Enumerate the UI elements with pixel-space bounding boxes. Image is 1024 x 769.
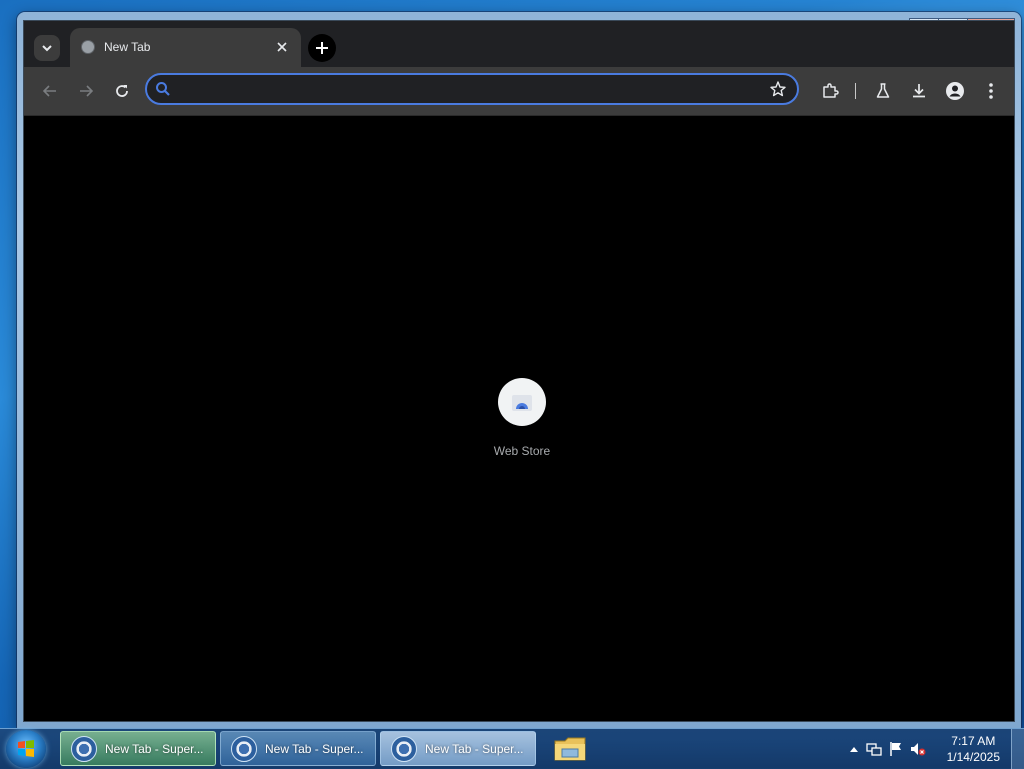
- extensions-button[interactable]: [818, 79, 842, 103]
- taskbar-item-browser-2[interactable]: New Tab - Super...: [220, 731, 376, 766]
- close-icon: [277, 42, 287, 52]
- start-button[interactable]: [6, 730, 46, 768]
- browser-app-icon: [391, 735, 417, 762]
- browser-frame: New Tab Web Store: [23, 20, 1015, 722]
- clock-time: 7:17 AM: [951, 734, 996, 748]
- taskbar: New Tab - Super... New Tab - Super... Ne…: [0, 728, 1024, 769]
- tab-title: New Tab: [104, 40, 151, 54]
- star-icon[interactable]: [769, 80, 787, 98]
- shortcut-icon-circle: [498, 378, 546, 426]
- file-explorer-pinned[interactable]: [552, 733, 588, 765]
- taskbar-item-browser-3[interactable]: New Tab - Super...: [380, 731, 536, 766]
- chevron-up-icon: [850, 747, 858, 752]
- menu-button[interactable]: [979, 79, 1003, 103]
- web-store-icon: [512, 395, 532, 411]
- reload-icon: [116, 85, 128, 97]
- arrow-left-icon: [42, 85, 56, 97]
- labs-button[interactable]: [871, 79, 895, 103]
- arrow-right-icon: [80, 85, 94, 97]
- browser-app-icon: [71, 735, 97, 762]
- shortcut-label: Web Store: [493, 444, 551, 458]
- profile-button[interactable]: [943, 79, 967, 103]
- volume-muted-icon[interactable]: [910, 741, 926, 757]
- speaker-muted-icon: [911, 743, 926, 756]
- taskbar-item-label: New Tab - Super...: [105, 741, 204, 756]
- back-button[interactable]: [38, 79, 62, 103]
- flask-icon: [876, 83, 890, 98]
- browser-toolbar: [24, 67, 1014, 116]
- download-icon: [913, 84, 925, 98]
- show-hidden-icons-button[interactable]: [846, 741, 862, 757]
- address-bar[interactable]: [145, 73, 799, 105]
- chevron-down-icon: [42, 45, 52, 52]
- puzzle-icon: [823, 83, 839, 98]
- windows-logo-icon: [18, 740, 34, 757]
- action-center-flag-icon[interactable]: [888, 741, 904, 757]
- address-input[interactable]: [179, 79, 763, 101]
- tab-close-button[interactable]: [273, 38, 291, 56]
- search-icon: [156, 82, 170, 96]
- folder-icon: [554, 737, 586, 761]
- taskbar-clock[interactable]: 7:17 AM 1/14/2025: [947, 733, 1000, 765]
- forward-button[interactable]: [74, 79, 98, 103]
- taskbar-item-browser-1[interactable]: New Tab - Super...: [60, 731, 216, 766]
- taskbar-item-label: New Tab - Super...: [425, 741, 524, 756]
- network-icon[interactable]: [866, 741, 882, 757]
- globe-icon: [81, 40, 95, 54]
- reload-button[interactable]: [110, 79, 134, 103]
- show-desktop-button[interactable]: [1011, 729, 1024, 769]
- network-icon-glyph: [866, 743, 882, 756]
- system-tray: 7:17 AM 1/14/2025: [834, 729, 1024, 769]
- new-tab-button[interactable]: [308, 34, 336, 62]
- tab-search-button[interactable]: [34, 35, 60, 61]
- toolbar-separator: [855, 83, 856, 99]
- tab-new-tab[interactable]: New Tab: [70, 28, 301, 67]
- shortcut-web-store[interactable]: Web Store: [488, 378, 556, 468]
- browser-app-icon: [231, 735, 257, 762]
- kebab-menu-icon: [989, 83, 993, 99]
- flag-icon: [890, 742, 901, 756]
- browser-window: New Tab Web Store: [17, 12, 1021, 728]
- clock-date: 1/14/2025: [946, 750, 1000, 764]
- person-icon: [946, 82, 964, 100]
- plus-icon: [316, 42, 328, 54]
- tab-strip: New Tab: [24, 21, 1014, 67]
- new-tab-page: Web Store: [24, 116, 1014, 721]
- downloads-button[interactable]: [907, 79, 931, 103]
- taskbar-item-label: New Tab - Super...: [265, 741, 364, 756]
